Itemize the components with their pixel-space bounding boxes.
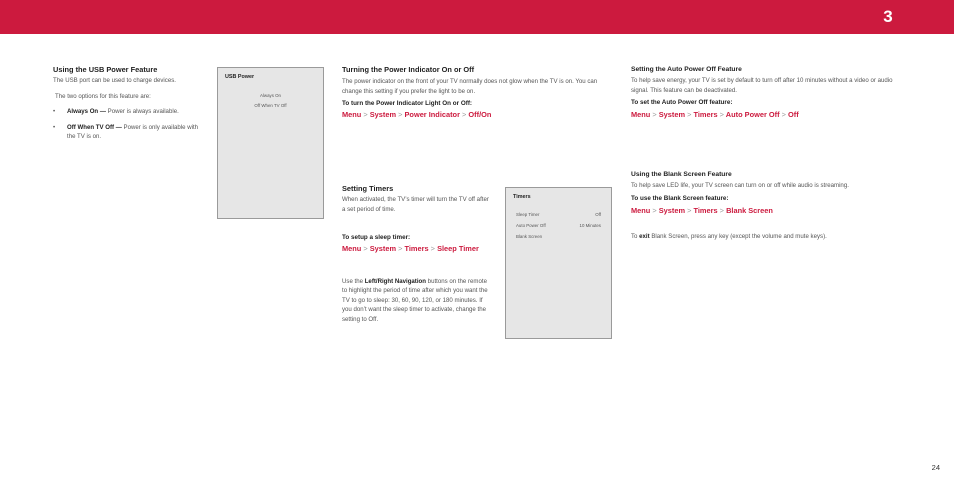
timers-row-sleep-timer-label[interactable]: Sleep Timer <box>516 212 539 217</box>
path-separator: > <box>719 205 724 215</box>
usb-heading: Using the USB Power Feature <box>53 65 158 74</box>
path-menu: Menu <box>631 205 651 215</box>
auto-power-off-subheading: To set the Auto Power Off feature: <box>631 99 733 107</box>
blank-screen-section: Using the Blank Screen Feature To help s… <box>631 170 896 242</box>
path-separator: > <box>462 110 467 120</box>
path-off: Off <box>788 110 799 120</box>
timers-menu-path: Menu > System > Timers > Sleep Timer <box>342 244 492 254</box>
path-separator: > <box>781 110 786 120</box>
power-indicator-menu-path: Menu > System > Power Indicator > Off/On <box>342 110 607 120</box>
path-separator: > <box>687 205 692 215</box>
path-system: System <box>658 205 686 215</box>
usb-option-always-on[interactable]: Always On <box>218 93 323 98</box>
path-separator: > <box>363 244 368 254</box>
nav-text-bold: Left/Right Navigation <box>364 277 426 285</box>
chapter-number: 3 <box>883 7 893 26</box>
timers-screen-title: Timers <box>513 194 531 200</box>
exit-text-before: To <box>631 233 640 241</box>
blank-screen-exit-text: To exit Blank Screen, press any key (exc… <box>631 232 896 242</box>
path-system: System <box>658 110 686 120</box>
bullet-text: Power is always available. <box>105 108 179 116</box>
path-timers: Timers <box>404 244 429 254</box>
auto-power-off-body: To help save energy, your TV is set by d… <box>631 77 893 94</box>
blank-screen-subheading: To use the Blank Screen feature: <box>631 194 729 202</box>
path-blank-screen: Blank Screen <box>726 205 773 215</box>
bullet-term: Always On — <box>67 108 106 116</box>
bullet-marker: • <box>53 123 56 131</box>
usb-screen-title: USB Power <box>225 74 255 80</box>
blank-screen-menu-path: Menu > System > Timers > Blank Screen <box>631 206 896 216</box>
path-system: System <box>369 244 397 254</box>
auto-power-off-section: Setting the Auto Power Off Feature To he… <box>631 65 896 120</box>
path-separator: > <box>652 205 657 215</box>
usb-bullet-always-on: • Always On — Power is always available. <box>53 107 203 117</box>
path-separator: > <box>398 244 403 254</box>
timers-heading: Setting Timers <box>342 184 394 193</box>
usb-intro: The USB port can be used to charge devic… <box>53 77 176 84</box>
path-sleep-timer: Sleep Timer <box>437 244 479 254</box>
path-separator: > <box>652 110 657 120</box>
auto-power-off-heading: Setting the Auto Power Off Feature <box>631 66 742 73</box>
timers-row-sleep-timer-value: Off <box>595 212 601 217</box>
timers-body: When activated, the TV’s timer will turn… <box>342 196 489 213</box>
header-banner <box>0 0 954 34</box>
timers-section: Setting Timers When activated, the TV’s … <box>342 184 492 325</box>
path-timers: Timers <box>693 205 718 215</box>
timers-row-blank-screen-label[interactable]: Blank Screen <box>516 234 542 239</box>
usb-power-screen: USB Power Always On Off When TV Off <box>217 67 324 219</box>
path-timers: Timers <box>693 110 718 120</box>
exit-text-after: Blank Screen, press any key (except the … <box>649 233 827 241</box>
power-indicator-body: The power indicator on the front of your… <box>342 78 598 95</box>
path-separator: > <box>398 110 403 120</box>
path-separator: > <box>719 110 724 120</box>
timers-subheading: To setup a sleep timer: <box>342 234 411 242</box>
nav-text-before: Use the <box>342 277 365 285</box>
exit-text-bold: exit <box>639 233 650 241</box>
usb-bullet-off-when-tv-off: • Off When TV Off — Power is only availa… <box>53 123 203 142</box>
path-system: System <box>369 110 397 120</box>
path-menu: Menu <box>342 110 362 120</box>
path-menu: Menu <box>631 110 651 120</box>
path-separator: > <box>687 110 692 120</box>
power-indicator-heading: Turning the Power Indicator On or Off <box>342 65 475 74</box>
path-separator: > <box>430 244 435 254</box>
usb-section: Using the USB Power Feature The USB port… <box>53 65 203 142</box>
power-indicator-subheading: To turn the Power Indicator Light On or … <box>342 100 473 108</box>
timers-row-auto-power-off-label[interactable]: Auto Power Off <box>516 223 546 228</box>
path-off-on: Off/On <box>468 110 492 120</box>
path-auto-power-off: Auto Power Off <box>725 110 780 120</box>
timers-row-auto-power-off-value: 10 Minutes <box>579 223 601 228</box>
timers-screen: Timers Sleep Timer Off Auto Power Off 10… <box>505 187 612 339</box>
bullet-term: Off When TV Off — <box>67 123 122 131</box>
path-separator: > <box>363 110 368 120</box>
timers-navigation-text: Use the Left/Right Navigation buttons on… <box>342 277 492 325</box>
blank-screen-body: To help save LED life, your TV screen ca… <box>631 182 849 189</box>
path-menu: Menu <box>342 244 362 254</box>
page-number: 24 <box>931 463 940 472</box>
bullet-marker: • <box>53 108 56 116</box>
blank-screen-heading: Using the Blank Screen Feature <box>631 171 732 178</box>
auto-power-off-menu-path: Menu > System > Timers > Auto Power Off … <box>631 110 896 120</box>
usb-option-off-when-tv-off[interactable]: Off When TV Off <box>218 103 323 108</box>
path-power-indicator: Power Indicator <box>404 110 460 120</box>
usb-options-intro: The two options for this feature are: <box>55 92 151 100</box>
power-indicator-section: Turning the Power Indicator On or Off Th… <box>342 65 607 120</box>
